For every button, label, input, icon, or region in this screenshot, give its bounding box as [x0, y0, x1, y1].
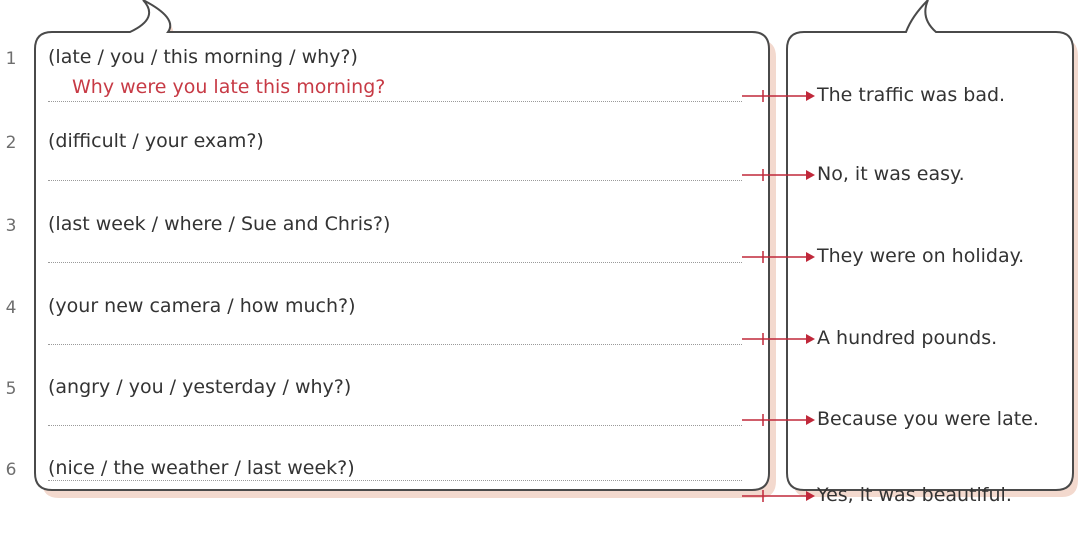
question-prompt: (difficult / your exam?) — [48, 130, 264, 152]
question-prompt: (nice / the weather / last week?) — [48, 457, 355, 479]
item-number: 5 — [5, 379, 17, 399]
question-prompt: (your new camera / how much?) — [48, 295, 356, 317]
reply-text: No, it was easy. — [817, 163, 965, 185]
reply-text: Because you were late. — [817, 408, 1039, 430]
answer-line[interactable] — [48, 262, 742, 263]
reply-text: They were on holiday. — [817, 245, 1025, 267]
item-number: 1 — [5, 49, 17, 69]
answer-line[interactable] — [48, 480, 742, 481]
answer-line[interactable] — [48, 425, 742, 426]
question-prompt: (last week / where / Sue and Chris?) — [48, 213, 391, 235]
reply-text: The traffic was bad. — [817, 84, 1006, 106]
reply-text: Yes, it was beautiful. — [817, 484, 1012, 506]
example-answer: Why were you late this morning? — [72, 76, 386, 98]
item-number: 4 — [5, 298, 17, 318]
exercise-area: 1 (late / you / this morning / why?) Why… — [0, 0, 1081, 553]
answer-line[interactable] — [48, 180, 742, 181]
item-number: 3 — [5, 216, 17, 236]
question-prompt: (late / you / this morning / why?) — [48, 46, 358, 68]
answer-line[interactable] — [48, 101, 742, 102]
reply-text: A hundred pounds. — [817, 327, 998, 349]
question-prompt: (angry / you / yesterday / why?) — [48, 376, 352, 398]
answer-line[interactable] — [48, 344, 742, 345]
item-number: 2 — [5, 133, 17, 153]
left-bubble — [34, 0, 770, 491]
item-number: 6 — [5, 460, 17, 480]
